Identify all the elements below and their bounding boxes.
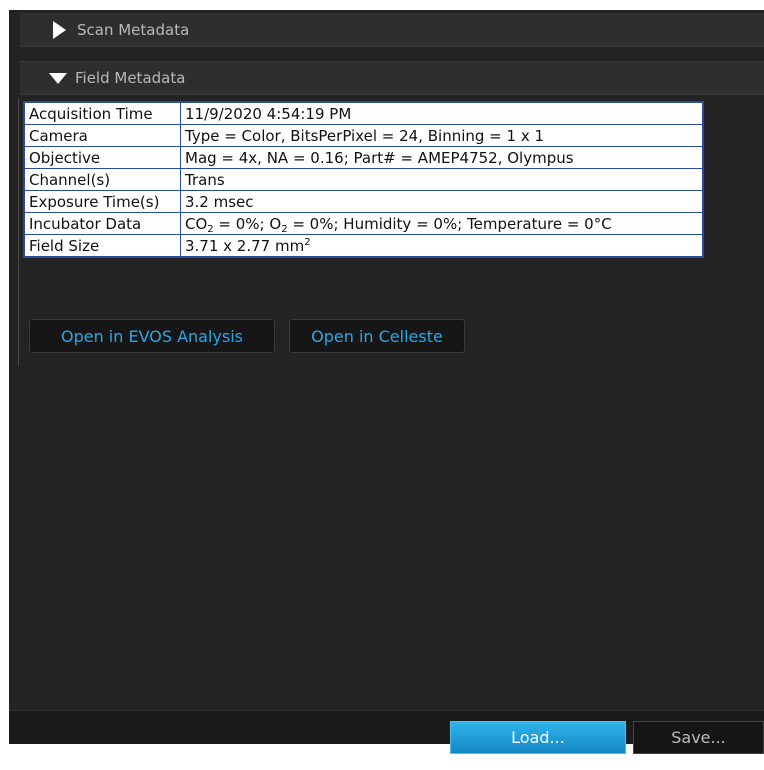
incubator-rest: = 0%; Humidity = 0%; Temperature = 0°C bbox=[287, 214, 612, 233]
field-size-unit-superscript: 2 bbox=[304, 236, 311, 248]
table-row: Acquisition Time 11/9/2020 4:54:19 PM bbox=[23, 101, 704, 125]
exposure-time-value: 3.2 msec bbox=[180, 190, 704, 213]
channels-label: Channel(s) bbox=[23, 168, 181, 191]
scan-metadata-label: Scan Metadata bbox=[77, 20, 190, 39]
objective-value: Mag = 4x, NA = 0.16; Part# = AMEP4752, O… bbox=[180, 146, 704, 169]
analysis-actions: Open in EVOS Analysis Open in Celleste bbox=[29, 319, 465, 353]
field-size-value: 3.71 x 2.77 mm2 bbox=[180, 234, 704, 258]
scan-metadata-header[interactable]: Scan Metadata bbox=[20, 13, 764, 47]
table-row: Channel(s) Trans bbox=[23, 168, 704, 191]
acquisition-time-label: Acquisition Time bbox=[23, 101, 181, 125]
load-button[interactable]: Load... bbox=[450, 721, 626, 754]
save-button[interactable]: Save... bbox=[633, 721, 764, 754]
field-size-label: Field Size bbox=[23, 234, 181, 258]
objective-label: Objective bbox=[23, 146, 181, 169]
table-row: Incubator Data CO2 = 0%; O2 = 0%; Humidi… bbox=[23, 212, 704, 235]
field-metadata-label: Field Metadata bbox=[75, 69, 186, 87]
channels-value: Trans bbox=[180, 168, 704, 191]
field-metadata-header[interactable]: Field Metadata bbox=[20, 61, 764, 95]
footer-bar: Load... Save... bbox=[9, 710, 764, 754]
collapse-triangle-icon[interactable] bbox=[49, 72, 67, 84]
co2-prefix: CO bbox=[185, 214, 208, 233]
metadata-panel: Scan Metadata Field Metadata Acquisition… bbox=[9, 10, 764, 754]
field-size-number: 3.71 x 2.77 mm bbox=[185, 236, 305, 255]
expand-triangle-icon[interactable] bbox=[53, 20, 66, 39]
table-row: Field Size 3.71 x 2.77 mm2 bbox=[23, 234, 704, 258]
camera-value: Type = Color, BitsPerPixel = 24, Binning… bbox=[180, 124, 704, 147]
incubator-data-label: Incubator Data bbox=[23, 212, 181, 235]
section-divider bbox=[18, 98, 19, 366]
incubator-data-value: CO2 = 0%; O2 = 0%; Humidity = 0%; Temper… bbox=[180, 212, 704, 235]
table-row: Objective Mag = 4x, NA = 0.16; Part# = A… bbox=[23, 146, 704, 169]
camera-label: Camera bbox=[23, 124, 181, 147]
field-metadata-table: Acquisition Time 11/9/2020 4:54:19 PM Ca… bbox=[23, 101, 704, 258]
open-in-celleste-button[interactable]: Open in Celleste bbox=[289, 319, 465, 353]
open-in-evos-analysis-button[interactable]: Open in EVOS Analysis bbox=[29, 319, 275, 353]
table-row: Camera Type = Color, BitsPerPixel = 24, … bbox=[23, 124, 704, 147]
exposure-time-label: Exposure Time(s) bbox=[23, 190, 181, 213]
o2-prefix: O bbox=[269, 214, 282, 233]
acquisition-time-value: 11/9/2020 4:54:19 PM bbox=[180, 101, 704, 125]
table-row: Exposure Time(s) 3.2 msec bbox=[23, 190, 704, 213]
co2-value: = 0%; bbox=[213, 214, 270, 233]
